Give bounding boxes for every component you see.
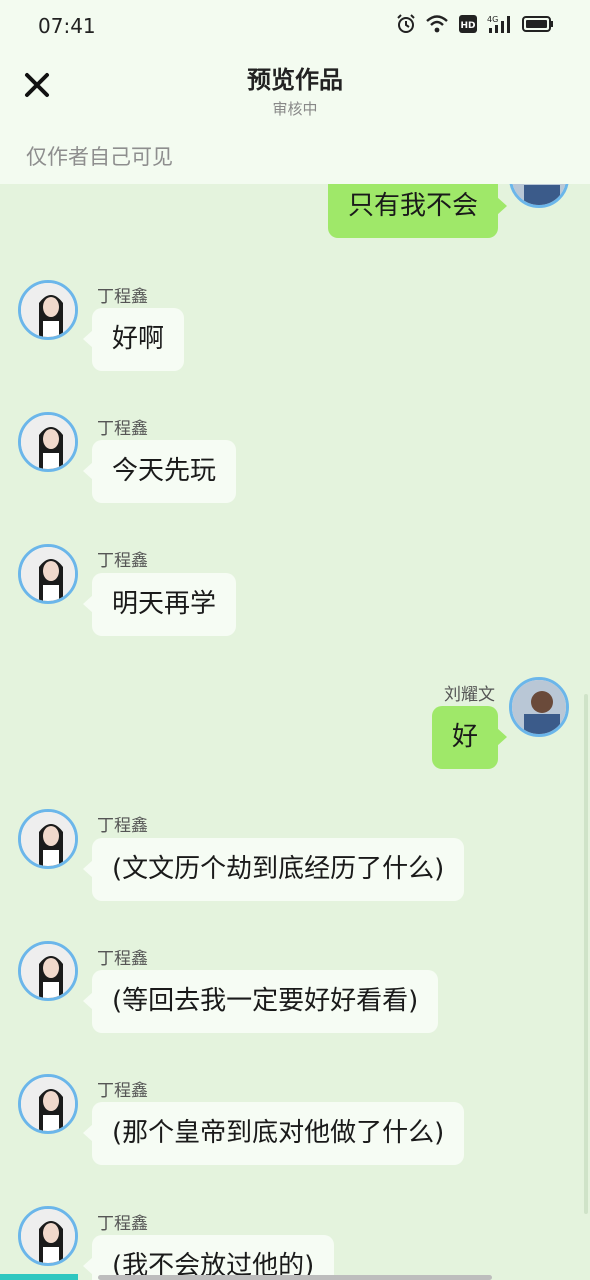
bottom-progress xyxy=(0,1272,590,1280)
message-bubble[interactable]: 明天再学 xyxy=(82,573,237,636)
avatar-right[interactable] xyxy=(509,677,569,737)
avatar-left[interactable] xyxy=(18,544,78,604)
battery-icon xyxy=(522,16,553,32)
visibility-note: 仅作者自己可见 xyxy=(26,145,173,169)
chat-list[interactable]: 只有我不会 丁程鑫 好啊 丁程鑫 今天先玩 丁程鑫 明天再学 刘耀文 好 丁程鑫… xyxy=(0,184,590,1280)
alarm-icon xyxy=(397,14,415,33)
wifi-icon xyxy=(426,15,448,33)
network-label: 4G xyxy=(487,15,498,24)
sender-name: 丁程鑫 xyxy=(97,551,148,571)
progress-accent xyxy=(0,1274,78,1280)
message-bubble[interactable]: (那个皇帝到底对他做了什么) xyxy=(82,1102,465,1165)
message-bubble[interactable]: (文文历个劫到底经历了什么) xyxy=(82,838,465,901)
sender-name: 丁程鑫 xyxy=(97,949,148,969)
avatar-left[interactable] xyxy=(18,941,78,1001)
status-icons: HD 4G xyxy=(396,14,554,34)
avatar-left[interactable] xyxy=(18,280,78,340)
avatar-right[interactable] xyxy=(509,184,569,208)
sender-name: 丁程鑫 xyxy=(97,1214,148,1234)
hd-label: HD xyxy=(460,21,475,31)
message-bubble[interactable]: 只有我不会 xyxy=(327,184,508,238)
avatar-left[interactable] xyxy=(18,1206,78,1266)
message-bubble[interactable]: 好 xyxy=(431,706,508,769)
avatar-left[interactable] xyxy=(18,1074,78,1134)
hd-icon: HD xyxy=(459,15,477,33)
sender-name: 丁程鑫 xyxy=(97,816,148,836)
sender-name: 丁程鑫 xyxy=(97,287,148,307)
signal-4g-icon: 4G xyxy=(487,15,510,33)
page-title: 预览作品 xyxy=(247,66,343,94)
message-bubble[interactable]: 好啊 xyxy=(82,308,185,371)
scrollbar[interactable] xyxy=(584,694,588,1214)
review-status: 审核中 xyxy=(272,100,318,118)
top-header: 07:41 HD 4G 预览作品 审核中 仅作者自己可见 xyxy=(0,0,590,184)
sender-name: 丁程鑫 xyxy=(97,1081,148,1101)
message-bubble[interactable]: (等回去我一定要好好看看) xyxy=(82,970,439,1033)
sender-name: 丁程鑫 xyxy=(97,419,148,439)
status-time: 07:41 xyxy=(38,14,96,38)
home-indicator[interactable] xyxy=(98,1275,492,1280)
avatar-left[interactable] xyxy=(18,809,78,869)
sender-name: 刘耀文 xyxy=(444,685,495,705)
message-bubble[interactable]: 今天先玩 xyxy=(82,440,237,503)
avatar-left[interactable] xyxy=(18,412,78,472)
